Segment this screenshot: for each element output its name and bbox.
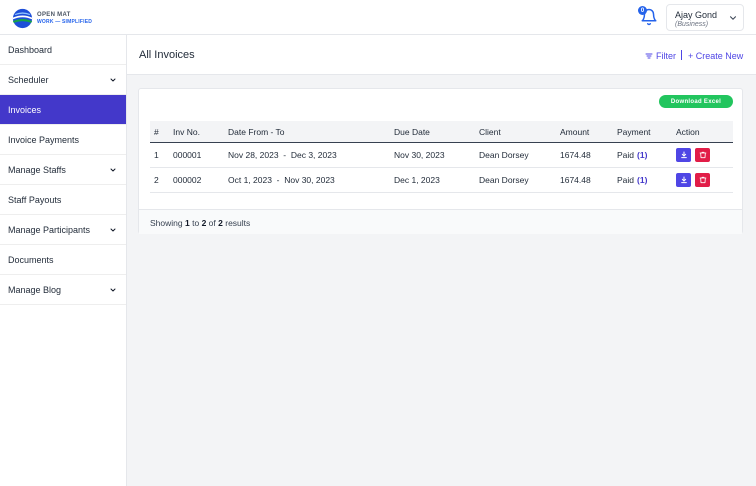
column-header-due-date: Due Date — [394, 126, 430, 137]
column-header-date-range: Date From - To — [228, 126, 285, 137]
sidebar: Dashboard Scheduler Invoices Invoice Pay… — [0, 35, 127, 486]
amount: 1674.48 — [560, 175, 591, 185]
due-date: Nov 30, 2023 — [394, 150, 445, 160]
content-header: All Invoices Filter + Create New — [127, 35, 756, 75]
sidebar-item-manage-staffs[interactable]: Manage Staffs — [0, 155, 126, 185]
brand-text: OPEN MAT WORK — SIMPLIFIED — [37, 12, 92, 25]
globe-logo-icon — [12, 8, 33, 28]
row-index: 2 — [154, 175, 159, 185]
download-invoice-button[interactable] — [676, 173, 691, 187]
sidebar-item-label: Manage Participants — [8, 224, 91, 235]
due-date: Dec 1, 2023 — [394, 175, 440, 185]
filter-label: Filter — [656, 51, 676, 61]
chevron-down-icon — [110, 288, 116, 292]
client-name: Dean Dorsey — [479, 150, 529, 160]
showing-of-word: of — [208, 218, 216, 228]
sidebar-item-staff-payouts[interactable]: Staff Payouts — [0, 185, 126, 215]
payment-status: Paid (1) — [617, 143, 647, 167]
notification-button[interactable]: 0 — [638, 6, 658, 26]
sidebar-item-invoice-payments[interactable]: Invoice Payments — [0, 125, 126, 155]
row-index: 1 — [154, 150, 159, 160]
download-icon — [680, 151, 687, 159]
column-header-client: Client — [479, 126, 501, 137]
sidebar-item-label: Documents — [8, 254, 54, 265]
download-excel-button[interactable]: Download Excel — [659, 95, 733, 108]
showing-from: 1 — [184, 218, 190, 228]
sidebar-item-invoices[interactable]: Invoices — [0, 95, 126, 125]
payment-status: Paid (1) — [617, 168, 647, 192]
sidebar-item-label: Scheduler — [8, 74, 49, 85]
header-divider — [681, 50, 682, 60]
payment-status-label: Paid — [617, 150, 635, 160]
chevron-down-icon — [110, 78, 116, 82]
sidebar-item-documents[interactable]: Documents — [0, 245, 126, 275]
sidebar-item-label: Manage Staffs — [8, 164, 66, 175]
date-range: Nov 28, 2023 - Dec 3, 2023 — [228, 150, 337, 160]
sidebar-item-manage-blog[interactable]: Manage Blog — [0, 275, 126, 305]
delete-invoice-button[interactable] — [695, 148, 710, 162]
user-role: (Business) — [675, 21, 709, 28]
user-name: Ajay Gond — [675, 10, 718, 20]
brand-logo[interactable]: OPEN MAT WORK — SIMPLIFIED — [12, 6, 102, 30]
chevron-down-icon — [110, 168, 116, 172]
table-header: # Inv No. Date From - To Due Date Client… — [150, 121, 733, 143]
download-icon — [680, 176, 687, 184]
column-header-action: Action — [676, 126, 700, 137]
table-row: 2 000002 Oct 1, 2023 - Nov 30, 2023 Dec … — [150, 168, 733, 193]
payment-count-link[interactable]: (1) — [637, 150, 647, 160]
sidebar-item-manage-participants[interactable]: Manage Participants — [0, 215, 126, 245]
showing-total: 2 — [218, 218, 223, 228]
showing-to-word: to — [192, 218, 200, 228]
table-footer: Showing 1 to 2 of 2 results — [139, 209, 742, 234]
showing-to: 2 — [201, 218, 207, 228]
page-title: All Invoices — [139, 49, 195, 61]
filter-lines-icon — [645, 53, 653, 59]
sidebar-item-scheduler[interactable]: Scheduler — [0, 65, 126, 95]
invoice-number: 000001 — [173, 150, 202, 160]
chevron-down-icon — [729, 16, 737, 20]
pagination-summary: Showing 1 to 2 of 2 results — [150, 218, 250, 228]
invoice-number: 000002 — [173, 175, 202, 185]
row-actions — [676, 168, 714, 192]
delete-invoice-button[interactable] — [695, 173, 710, 187]
column-header-index: # — [154, 126, 159, 137]
sidebar-item-label: Invoices — [8, 104, 42, 115]
row-actions — [676, 143, 714, 167]
client-name: Dean Dorsey — [479, 175, 529, 185]
download-invoice-button[interactable] — [676, 148, 691, 162]
payment-count-link[interactable]: (1) — [637, 175, 647, 185]
brand-line2: WORK — SIMPLIFIED — [37, 18, 93, 25]
column-header-payment: Payment — [617, 126, 651, 137]
notification-badge: 0 — [638, 6, 647, 15]
brand-line1: OPEN MAT — [37, 11, 71, 18]
sidebar-item-dashboard[interactable]: Dashboard — [0, 35, 126, 65]
sidebar-item-label: Invoice Payments — [8, 134, 80, 145]
trash-icon — [699, 176, 706, 184]
date-range: Oct 1, 2023 - Nov 30, 2023 — [228, 175, 335, 185]
showing-prefix: Showing — [150, 218, 183, 228]
sidebar-item-label: Manage Blog — [8, 284, 62, 295]
sidebar-item-label: Dashboard — [8, 44, 53, 55]
amount: 1674.48 — [560, 150, 591, 160]
invoices-card: Download Excel # Inv No. Date From - To … — [138, 88, 743, 234]
showing-suffix: results — [225, 218, 251, 228]
filter-button[interactable]: Filter — [645, 51, 676, 61]
sidebar-item-label: Staff Payouts — [8, 194, 62, 205]
create-new-button[interactable]: + Create New — [688, 51, 743, 61]
chevron-down-icon — [110, 228, 116, 232]
invoices-table: # Inv No. Date From - To Due Date Client… — [150, 121, 733, 193]
table-row: 1 000001 Nov 28, 2023 - Dec 3, 2023 Nov … — [150, 143, 733, 168]
column-header-inv-no: Inv No. — [173, 126, 200, 137]
user-menu[interactable]: Ajay Gond (Business) — [666, 4, 744, 31]
top-bar: OPEN MAT WORK — SIMPLIFIED 0 Ajay Gond (… — [0, 0, 756, 35]
column-header-amount: Amount — [560, 126, 590, 137]
trash-icon — [699, 151, 706, 159]
payment-status-label: Paid — [617, 175, 635, 185]
